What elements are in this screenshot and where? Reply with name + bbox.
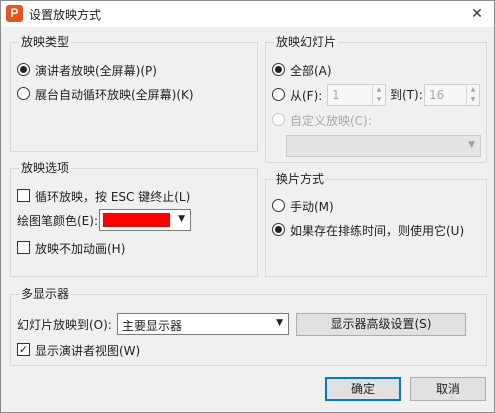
radio-presenter-label: 演讲者放映(全屏幕)(P) [35, 63, 157, 78]
show-type-group: 放映类型 演讲者放映(全屏幕)(P) 展台自动循环放映(全屏幕)(K) [10, 35, 258, 152]
show-options-group: 放映选项 循环放映，按 ESC 键终止(L) 绘图笔颜色(E): ▼ 放映不加动… [10, 161, 258, 277]
radio-timings-label: 如果存在排练时间，则使用它(U) [290, 223, 465, 238]
pen-color-dropdown[interactable]: ▼ [99, 209, 191, 231]
advance-slides-group: 换片方式 手动(M) 如果存在排练时间，则使用它(U) [265, 172, 487, 277]
spinner-arrows-icon[interactable]: ▲ ▼ [372, 85, 385, 105]
chevron-down-icon: ▼ [276, 318, 283, 328]
chevron-down-icon: ▼ [178, 214, 185, 224]
radio-custom-indicator[interactable] [272, 113, 285, 126]
radio-from-label: 从(F): [290, 88, 323, 103]
radio-presenter[interactable]: 演讲者放映(全屏幕)(P) [17, 62, 157, 78]
show-options-legend: 放映选项 [19, 161, 72, 175]
checkbox-presenter-view[interactable]: ✓ 显示演讲者视图(W) [17, 342, 140, 358]
to-slide-spinner[interactable]: 16 ▲ ▼ [424, 84, 480, 106]
monitor-dropdown[interactable]: 主要显示器 ▼ [117, 313, 289, 335]
advance-legend: 换片方式 [274, 172, 327, 186]
multi-monitor-legend: 多显示器 [19, 287, 72, 301]
show-settings-dialog: P 设置放映方式 ✕ 放映类型 演讲者放映(全屏幕)(P) 展台自动循环放映(全… [0, 0, 495, 413]
close-button[interactable]: ✕ [466, 3, 488, 25]
checkbox-no-animation-label: 放映不加动画(H) [35, 241, 126, 256]
radio-timings-indicator[interactable] [272, 223, 285, 236]
checkbox-loop-box[interactable] [17, 189, 30, 202]
radio-all-label: 全部(A) [290, 63, 332, 78]
checkmark-icon: ✓ [18, 343, 29, 356]
from-slide-value: 1 [332, 88, 340, 102]
radio-use-timings[interactable]: 如果存在排练时间，则使用它(U) [272, 222, 464, 238]
ok-button[interactable]: 确定 [325, 377, 401, 401]
radio-all-slides[interactable]: 全部(A) [272, 62, 332, 78]
dialog-title: 设置放映方式 [29, 8, 102, 22]
title-bar: P 设置放映方式 ✕ [1, 1, 494, 27]
cancel-button[interactable]: 取消 [410, 377, 486, 401]
custom-show-dropdown[interactable]: ▼ [286, 135, 481, 157]
multi-monitor-group: 多显示器 幻灯片放映到(O): 主要显示器 ▼ 显示器高级设置(S) ✓ 显示演讲… [10, 287, 487, 366]
monitor-dropdown-value: 主要显示器 [122, 319, 183, 333]
radio-kiosk-indicator[interactable] [17, 87, 30, 100]
radio-manual[interactable]: 手动(M) [272, 198, 334, 214]
checkbox-no-animation-box[interactable] [17, 241, 30, 254]
presentation-app-icon: P [6, 5, 23, 22]
show-slides-legend: 放映幻灯片 [274, 35, 339, 49]
checkbox-presenter-view-label: 显示演讲者视图(W) [35, 343, 141, 358]
spinner-arrows-icon[interactable]: ▲ ▼ [466, 85, 479, 105]
show-slides-group: 放映幻灯片 全部(A) 从(F): 1 ▲ ▼ 到(T): 16 ▲ ▼ 自定义放映… [265, 35, 487, 163]
radio-kiosk-label: 展台自动循环放映(全屏幕)(K) [35, 87, 194, 102]
close-icon: ✕ [471, 6, 483, 22]
checkbox-loop[interactable]: 循环放映，按 ESC 键终止(L) [17, 188, 190, 204]
radio-custom-show[interactable]: 自定义放映(C): [272, 112, 372, 128]
show-on-label: 幻灯片放映到(O): [17, 318, 112, 332]
pen-color-swatch [103, 213, 170, 227]
radio-manual-indicator[interactable] [272, 199, 285, 212]
show-type-legend: 放映类型 [19, 35, 72, 49]
radio-presenter-indicator[interactable] [17, 63, 30, 76]
from-slide-spinner[interactable]: 1 ▲ ▼ [327, 84, 386, 106]
radio-kiosk[interactable]: 展台自动循环放映(全屏幕)(K) [17, 86, 194, 102]
radio-custom-label: 自定义放映(C): [290, 113, 372, 128]
checkbox-presenter-view-box[interactable]: ✓ [17, 343, 30, 356]
to-slide-value: 16 [429, 88, 445, 102]
monitor-advanced-settings-button[interactable]: 显示器高级设置(S) [296, 313, 466, 336]
radio-manual-label: 手动(M) [290, 199, 334, 214]
pen-color-label: 绘图笔颜色(E): [17, 214, 98, 228]
checkbox-loop-label: 循环放映，按 ESC 键终止(L) [35, 189, 191, 204]
radio-all-indicator[interactable] [272, 63, 285, 76]
to-label: 到(T): [390, 88, 423, 102]
radio-from-indicator[interactable] [272, 88, 285, 101]
radio-from-slide[interactable]: 从(F): [272, 87, 322, 103]
checkbox-no-animation[interactable]: 放映不加动画(H) [17, 240, 125, 256]
chevron-down-icon: ▼ [468, 140, 475, 150]
